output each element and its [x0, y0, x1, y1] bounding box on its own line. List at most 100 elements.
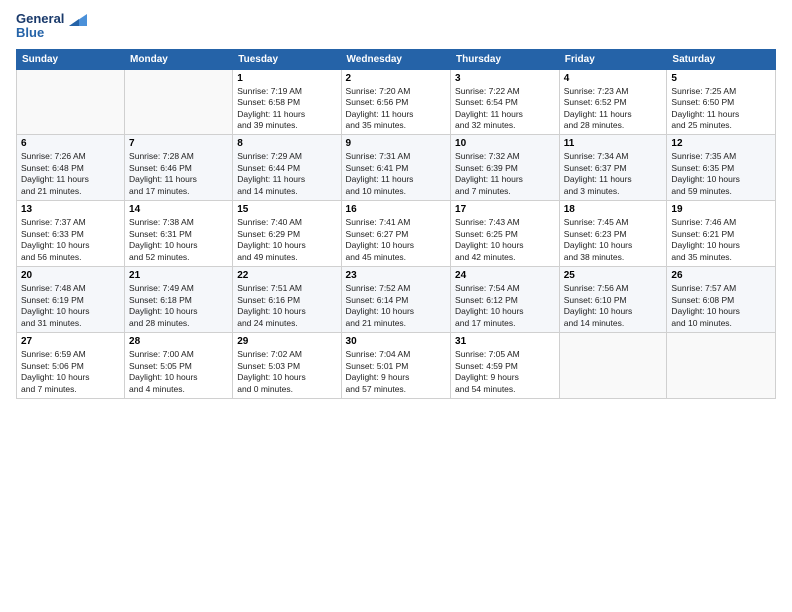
day-number: 10 — [455, 138, 555, 149]
calendar-cell: 20 Sunrise: 7:48 AM Sunset: 6:19 PM Dayli… — [17, 267, 125, 333]
calendar-cell: 26 Sunrise: 7:57 AM Sunset: 6:08 PM Dayli… — [667, 267, 776, 333]
day-number: 6 — [21, 138, 120, 149]
calendar-cell: 8 Sunrise: 7:29 AM Sunset: 6:44 PM Daylig… — [233, 135, 341, 201]
col-header-monday: Monday — [125, 49, 233, 69]
day-detail: Sunrise: 7:37 AM Sunset: 6:33 PM Dayligh… — [21, 217, 120, 263]
day-detail: Sunrise: 7:57 AM Sunset: 6:08 PM Dayligh… — [671, 283, 771, 329]
calendar-cell: 30 Sunrise: 7:04 AM Sunset: 5:01 PM Dayli… — [341, 333, 450, 399]
calendar-cell: 2 Sunrise: 7:20 AM Sunset: 6:56 PM Daylig… — [341, 69, 450, 135]
calendar-cell: 18 Sunrise: 7:45 AM Sunset: 6:23 PM Dayli… — [559, 201, 667, 267]
day-number: 20 — [21, 270, 120, 281]
day-detail: Sunrise: 6:59 AM Sunset: 5:06 PM Dayligh… — [21, 349, 120, 395]
day-detail: Sunrise: 7:26 AM Sunset: 6:48 PM Dayligh… — [21, 151, 120, 197]
calendar-cell: 15 Sunrise: 7:40 AM Sunset: 6:29 PM Dayli… — [233, 201, 341, 267]
day-number: 16 — [346, 204, 446, 215]
calendar-cell: 27 Sunrise: 6:59 AM Sunset: 5:06 PM Dayli… — [17, 333, 125, 399]
day-detail: Sunrise: 7:19 AM Sunset: 6:58 PM Dayligh… — [237, 86, 336, 132]
calendar-cell: 29 Sunrise: 7:02 AM Sunset: 5:03 PM Dayli… — [233, 333, 341, 399]
day-number: 28 — [129, 336, 228, 347]
calendar-cell: 13 Sunrise: 7:37 AM Sunset: 6:33 PM Dayli… — [17, 201, 125, 267]
day-detail: Sunrise: 7:48 AM Sunset: 6:19 PM Dayligh… — [21, 283, 120, 329]
calendar-cell: 21 Sunrise: 7:49 AM Sunset: 6:18 PM Dayli… — [125, 267, 233, 333]
day-detail: Sunrise: 7:49 AM Sunset: 6:18 PM Dayligh… — [129, 283, 228, 329]
calendar-cell: 11 Sunrise: 7:34 AM Sunset: 6:37 PM Dayli… — [559, 135, 667, 201]
calendar-cell: 3 Sunrise: 7:22 AM Sunset: 6:54 PM Daylig… — [451, 69, 560, 135]
calendar-cell: 14Sunrise: 7:38 AM Sunset: 6:31 PM Dayli… — [125, 201, 233, 267]
day-detail: Sunrise: 7:54 AM Sunset: 6:12 PM Dayligh… — [455, 283, 555, 329]
day-number: 22 — [237, 270, 336, 281]
day-number: 13 — [21, 204, 120, 215]
calendar-table: SundayMondayTuesdayWednesdayThursdayFrid… — [16, 49, 776, 399]
calendar-cell: 9 Sunrise: 7:31 AM Sunset: 6:41 PM Daylig… — [341, 135, 450, 201]
calendar-cell: 25 Sunrise: 7:56 AM Sunset: 6:10 PM Dayli… — [559, 267, 667, 333]
day-number: 3 — [455, 73, 555, 84]
logo-svg: General Blue — [16, 12, 87, 41]
day-number: 15 — [237, 204, 336, 215]
calendar-cell — [667, 333, 776, 399]
col-header-thursday: Thursday — [451, 49, 560, 69]
day-detail: Sunrise: 7:20 AM Sunset: 6:56 PM Dayligh… — [346, 86, 446, 132]
calendar-cell: 10 Sunrise: 7:32 AM Sunset: 6:39 PM Dayli… — [451, 135, 560, 201]
calendar-cell: 23 Sunrise: 7:52 AM Sunset: 6:14 PM Dayli… — [341, 267, 450, 333]
day-detail: Sunrise: 7:43 AM Sunset: 6:25 PM Dayligh… — [455, 217, 555, 263]
day-detail: Sunrise: 7:52 AM Sunset: 6:14 PM Dayligh… — [346, 283, 446, 329]
day-detail: Sunrise: 7:02 AM Sunset: 5:03 PM Dayligh… — [237, 349, 336, 395]
day-detail: Sunrise: 7:34 AM Sunset: 6:37 PM Dayligh… — [564, 151, 663, 197]
calendar-cell: 5Sunrise: 7:25 AM Sunset: 6:50 PM Daylig… — [667, 69, 776, 135]
calendar-cell: 19 Sunrise: 7:46 AM Sunset: 6:21 PM Dayli… — [667, 201, 776, 267]
day-number: 19 — [671, 204, 771, 215]
day-detail: Sunrise: 7:31 AM Sunset: 6:41 PM Dayligh… — [346, 151, 446, 197]
day-number: 23 — [346, 270, 446, 281]
calendar-cell: 28 Sunrise: 7:00 AM Sunset: 5:05 PM Dayli… — [125, 333, 233, 399]
day-number: 4 — [564, 73, 663, 84]
day-detail: Sunrise: 7:45 AM Sunset: 6:23 PM Dayligh… — [564, 217, 663, 263]
calendar-cell: 31 Sunrise: 7:05 AM Sunset: 4:59 PM Dayli… — [451, 333, 560, 399]
day-number: 18 — [564, 204, 663, 215]
calendar-cell: 22 Sunrise: 7:51 AM Sunset: 6:16 PM Dayli… — [233, 267, 341, 333]
day-number: 11 — [564, 138, 663, 149]
day-number: 5 — [671, 73, 771, 84]
day-detail: Sunrise: 7:51 AM Sunset: 6:16 PM Dayligh… — [237, 283, 336, 329]
day-number: 21 — [129, 270, 228, 281]
day-number: 2 — [346, 73, 446, 84]
calendar-cell: 17 Sunrise: 7:43 AM Sunset: 6:25 PM Dayli… — [451, 201, 560, 267]
day-number: 7 — [129, 138, 228, 149]
day-detail: Sunrise: 7:38 AM Sunset: 6:31 PM Dayligh… — [129, 217, 228, 263]
col-header-wednesday: Wednesday — [341, 49, 450, 69]
day-detail: Sunrise: 7:04 AM Sunset: 5:01 PM Dayligh… — [346, 349, 446, 395]
day-detail: Sunrise: 7:22 AM Sunset: 6:54 PM Dayligh… — [455, 86, 555, 132]
day-detail: Sunrise: 7:23 AM Sunset: 6:52 PM Dayligh… — [564, 86, 663, 132]
day-detail: Sunrise: 7:46 AM Sunset: 6:21 PM Dayligh… — [671, 217, 771, 263]
day-number: 12 — [671, 138, 771, 149]
day-number: 17 — [455, 204, 555, 215]
day-number: 27 — [21, 336, 120, 347]
day-number: 8 — [237, 138, 336, 149]
calendar-cell: 24 Sunrise: 7:54 AM Sunset: 6:12 PM Dayli… — [451, 267, 560, 333]
day-detail: Sunrise: 7:56 AM Sunset: 6:10 PM Dayligh… — [564, 283, 663, 329]
calendar-cell: 16 Sunrise: 7:41 AM Sunset: 6:27 PM Dayli… — [341, 201, 450, 267]
calendar-cell — [559, 333, 667, 399]
day-number: 31 — [455, 336, 555, 347]
calendar-cell — [17, 69, 125, 135]
day-detail: Sunrise: 7:41 AM Sunset: 6:27 PM Dayligh… — [346, 217, 446, 263]
col-header-friday: Friday — [559, 49, 667, 69]
day-number: 30 — [346, 336, 446, 347]
day-number: 9 — [346, 138, 446, 149]
day-number: 26 — [671, 270, 771, 281]
calendar-cell — [125, 69, 233, 135]
day-detail: Sunrise: 7:29 AM Sunset: 6:44 PM Dayligh… — [237, 151, 336, 197]
day-number: 29 — [237, 336, 336, 347]
day-number: 24 — [455, 270, 555, 281]
day-number: 25 — [564, 270, 663, 281]
day-detail: Sunrise: 7:32 AM Sunset: 6:39 PM Dayligh… — [455, 151, 555, 197]
day-number: 1 — [237, 73, 336, 84]
day-detail: Sunrise: 7:40 AM Sunset: 6:29 PM Dayligh… — [237, 217, 336, 263]
col-header-tuesday: Tuesday — [233, 49, 341, 69]
page-header: General Blue — [16, 12, 776, 41]
day-detail: Sunrise: 7:00 AM Sunset: 5:05 PM Dayligh… — [129, 349, 228, 395]
logo: General Blue — [16, 12, 87, 41]
calendar-cell: 4 Sunrise: 7:23 AM Sunset: 6:52 PM Daylig… — [559, 69, 667, 135]
day-detail: Sunrise: 7:05 AM Sunset: 4:59 PM Dayligh… — [455, 349, 555, 395]
col-header-sunday: Sunday — [17, 49, 125, 69]
calendar-cell: 12Sunrise: 7:35 AM Sunset: 6:35 PM Dayli… — [667, 135, 776, 201]
